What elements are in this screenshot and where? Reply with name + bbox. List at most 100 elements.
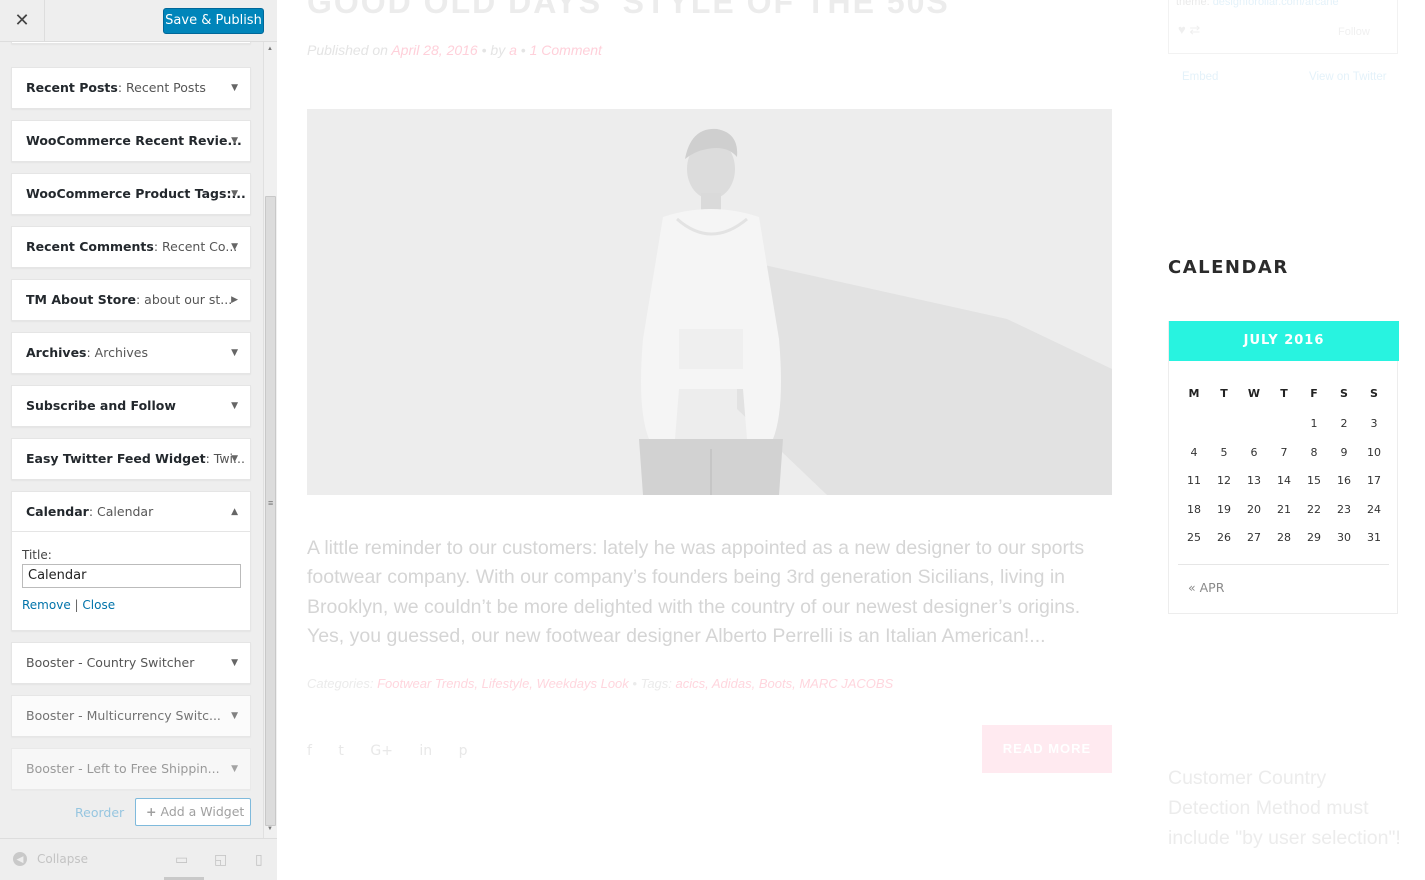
close-widget-link[interactable]: Close	[82, 598, 115, 612]
post-comments-link[interactable]: 1 Comment	[530, 42, 602, 58]
widget-subtitle: : Archives	[86, 345, 148, 360]
expand-arrow-icon[interactable]: ▼	[231, 749, 238, 789]
calendar-weekday: S	[1340, 387, 1348, 400]
customizer-footer: ◀ Collapse ▭ ◱ ▯	[0, 838, 277, 880]
tag-links[interactable]: acics, Adidas, Boots, MARC JACOBS	[676, 676, 894, 691]
calendar-month-caption: JULY 2016	[1169, 321, 1399, 361]
widget-subtitle: : Recent Co...	[153, 239, 238, 254]
collapse-sidebar-button[interactable]: Collapse	[37, 852, 88, 866]
calendar-day: 11	[1187, 474, 1201, 487]
widget-booster-country-switcher[interactable]: Booster - Country Switcher ▼	[11, 642, 251, 684]
widget-archives[interactable]: Archives: Archives ▼	[11, 332, 251, 374]
twitter-follow-link[interactable]: Follow	[1338, 26, 1370, 38]
collapse-arrow-icon[interactable]: ◀	[13, 852, 27, 866]
title-field-label: Title:	[22, 548, 52, 562]
read-more-button[interactable]: READ MORE	[982, 725, 1112, 773]
scroll-down-arrow-icon[interactable]: ▼	[267, 826, 273, 832]
scroll-grip-icon: ≡	[268, 498, 274, 508]
calendar-day: 24	[1367, 503, 1381, 516]
calendar-day: 1	[1310, 417, 1318, 430]
calendar-day: 26	[1217, 531, 1231, 544]
remove-widget-link[interactable]: Remove	[22, 598, 71, 612]
facebook-icon[interactable]: f	[307, 743, 312, 759]
post-taxonomy: Categories: Footwear Trends, Lifestyle, …	[307, 676, 893, 691]
widget-calendar[interactable]: Calendar : Calendar ▲ Title: Calendar Remo…	[11, 491, 251, 631]
desktop-preview-icon[interactable]: ▭	[175, 851, 188, 868]
twitter-theme-link[interactable]: designforollar.com/arcane	[1213, 0, 1339, 8]
widget-tm-about-store[interactable]: TM About Store: about our st... ▶	[11, 279, 251, 321]
twitter-icon[interactable]: t	[338, 743, 344, 759]
save-publish-button[interactable]: Save & Publish	[163, 8, 264, 34]
widget-calendar-form: Title: Calendar Remove | Close	[12, 532, 250, 630]
calendar-day: 31	[1367, 531, 1381, 544]
twitter-theme-line: theme: designforollar.com/arcane	[1176, 0, 1339, 8]
widget-subscribe-follow[interactable]: Subscribe and Follow ▼	[11, 385, 251, 427]
widget-booster-free-shipping[interactable]: Booster - Left to Free Shippin... ▼	[11, 748, 251, 790]
view-on-twitter-link[interactable]: View on Twitter	[1309, 71, 1387, 83]
expand-arrow-icon[interactable]: ▼	[231, 696, 238, 736]
categories-label: Categories:	[307, 676, 378, 691]
google-plus-icon[interactable]: G+	[370, 743, 393, 759]
post-featured-image[interactable]	[307, 109, 1112, 495]
calendar-day: 14	[1277, 474, 1291, 487]
collapse-arrow-icon[interactable]: ▲	[231, 492, 238, 531]
add-widget-label: Add a Widget	[160, 804, 245, 819]
scroll-up-arrow-icon[interactable]: ▲	[267, 46, 273, 52]
widget-booster-multicurrency-switcher[interactable]: Booster - Multicurrency Switc... ▼	[11, 695, 251, 737]
widget-title: Archives	[26, 345, 87, 360]
expand-arrow-icon[interactable]: ▼	[231, 439, 238, 479]
calendar-day: 13	[1247, 474, 1261, 487]
twitter-embed-link[interactable]: Embed	[1182, 71, 1218, 83]
expand-arrow-icon[interactable]: ▼	[231, 121, 238, 161]
tweet-actions-icon[interactable]: ♥ ⇄	[1178, 22, 1200, 38]
expand-arrow-icon[interactable]: ▼	[231, 333, 238, 373]
widget-woocommerce-product-tags[interactable]: WooCommerce Product Tags:... ▼	[11, 173, 251, 215]
post-title[interactable]: GOOD OLD DAYS' STYLE OF THE 50S	[307, 0, 950, 21]
customizer-header: ✕ Save & Publish	[0, 0, 277, 42]
social-share-row: f t G+ in p	[307, 743, 490, 759]
calendar-day: 17	[1367, 474, 1381, 487]
add-widget-button[interactable]: + Add a Widget	[135, 798, 251, 826]
linkedin-icon[interactable]: in	[419, 743, 432, 759]
calendar-weekday: S	[1370, 387, 1378, 400]
close-customizer-button[interactable]: ✕	[0, 0, 45, 42]
calendar-day: 25	[1187, 531, 1201, 544]
category-links[interactable]: Footwear Trends, Lifestyle, Weekdays Loo…	[377, 676, 629, 691]
widget-subtitle: : about our st...	[135, 292, 233, 307]
calendar-day: 23	[1337, 503, 1351, 516]
widget-title: Recent Posts	[26, 80, 118, 95]
expand-arrow-icon[interactable]: ▼	[231, 643, 238, 683]
expand-arrow-icon[interactable]: ▼	[231, 174, 238, 214]
widget-subtitle: Booster - Left to Free Shippin...	[26, 761, 220, 776]
post-excerpt: A little reminder to our customers: late…	[307, 537, 1085, 647]
calendar-day: 9	[1340, 446, 1348, 459]
pinterest-icon[interactable]: p	[459, 743, 468, 759]
model-in-hoodie-photo	[307, 109, 1112, 495]
sidebar-scrollbar[interactable]: ▲ ≡ ▼	[263, 42, 277, 838]
post-author-link[interactable]: a	[509, 42, 517, 58]
widget-recent-posts[interactable]: Recent Posts: Recent Posts ▼	[11, 67, 251, 109]
widget-easy-twitter-feed[interactable]: Easy Twitter Feed Widget: Twi... ▼	[11, 438, 251, 480]
calendar-weekday: W	[1247, 387, 1261, 400]
widget-subtitle: : Calendar	[88, 504, 154, 519]
expand-arrow-icon[interactable]: ▼	[231, 68, 238, 108]
calendar-day: 10	[1367, 446, 1381, 459]
widget-recent-comments[interactable]: Recent Comments: Recent Co... ▼	[11, 226, 251, 268]
calendar-prev-month-link[interactable]: « APR	[1188, 580, 1224, 595]
scrollbar-thumb[interactable]: ≡	[265, 196, 276, 826]
calendar-heading: CALENDAR	[1168, 257, 1289, 278]
calendar-weekday: T	[1220, 387, 1228, 400]
tablet-preview-icon[interactable]: ◱	[214, 851, 227, 868]
expand-arrow-icon[interactable]: ▶	[231, 280, 238, 320]
plus-icon: +	[146, 804, 157, 819]
mobile-preview-icon[interactable]: ▯	[255, 851, 263, 868]
post-date-link[interactable]: April 28, 2016	[391, 42, 477, 58]
reorder-widgets-link[interactable]: Reorder	[75, 805, 124, 820]
expand-arrow-icon[interactable]: ▼	[231, 227, 238, 267]
widget-subtitle: Booster - Multicurrency Switc...	[26, 708, 221, 723]
widget-woocommerce-recent-reviews[interactable]: WooCommerce Recent Revie... ▼	[11, 120, 251, 162]
calendar-day: 16	[1337, 474, 1351, 487]
title-field-input[interactable]: Calendar	[22, 564, 241, 588]
calendar-day: 21	[1277, 503, 1291, 516]
expand-arrow-icon[interactable]: ▼	[231, 386, 238, 426]
